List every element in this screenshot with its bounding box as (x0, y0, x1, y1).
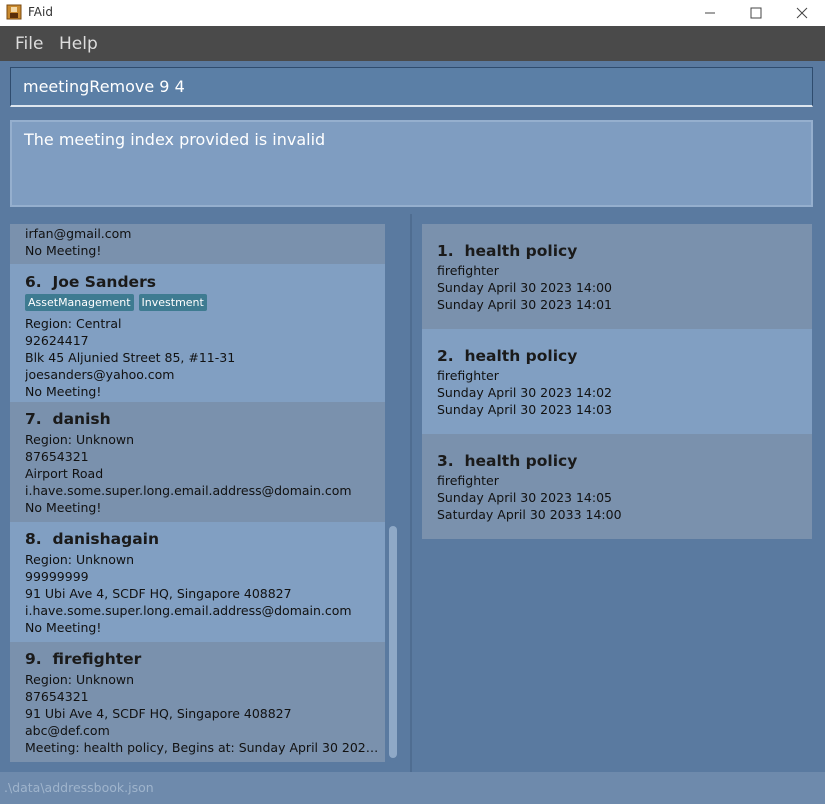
person-name-row: 8. danishagain (25, 529, 385, 549)
person-email: irfan@gmail.com (25, 226, 132, 241)
person-address: Airport Road (25, 466, 104, 481)
person-region: Region: Unknown (25, 672, 135, 687)
person-email: i.have.some.super.long.email.address@dom… (25, 603, 352, 618)
person-name: firefighter (52, 650, 142, 668)
person-name: danish (52, 410, 111, 428)
meeting-card[interactable]: 3. health policy firefighter Sunday Apri… (422, 434, 812, 539)
person-name-row: 6. Joe Sanders (25, 272, 385, 292)
status-bar: .\data\addressbook.json (0, 772, 825, 804)
person-card[interactable]: irfan@gmail.com No Meeting! (10, 224, 385, 264)
person-meeting: Meeting: health policy, Begins at: Sunda… (25, 740, 380, 755)
meeting-title: health policy (464, 347, 578, 365)
person-email: joesanders@yahoo.com (25, 367, 175, 382)
person-meeting: No Meeting! (25, 620, 102, 635)
meeting-person: firefighter (437, 473, 499, 488)
maximize-icon (750, 7, 762, 19)
meeting-person: firefighter (437, 368, 499, 383)
close-button[interactable] (779, 0, 825, 26)
meeting-title-row: 1. health policy (437, 241, 812, 261)
command-box (10, 67, 813, 107)
person-name-row: 9. firefighter (25, 649, 385, 669)
tag-badge: Investment (138, 294, 207, 311)
person-name: danishagain (52, 530, 160, 548)
window-title: FAid (28, 5, 53, 19)
meeting-list[interactable]: 1. health policy firefighter Sunday Apri… (422, 224, 812, 764)
panel-divider[interactable] (410, 214, 412, 772)
minimize-icon (705, 12, 715, 14)
data-file-path: .\data\addressbook.json (4, 780, 154, 795)
person-email: i.have.some.super.long.email.address@dom… (25, 483, 352, 498)
person-card[interactable]: 8. danishagain Region: Unknown 99999999 … (10, 522, 385, 642)
title-bar: FAid (0, 0, 825, 26)
result-display: The meeting index provided is invalid (10, 120, 813, 207)
person-index: 8. (25, 530, 42, 548)
person-meeting: No Meeting! (25, 500, 102, 515)
meeting-start: Sunday April 30 2023 14:05 (437, 490, 612, 505)
meeting-title: health policy (464, 242, 578, 260)
person-card[interactable]: 6. Joe Sanders AssetManagement Investment… (10, 264, 385, 402)
minimize-button[interactable] (687, 0, 733, 26)
close-icon (796, 7, 808, 19)
meeting-end: Sunday April 30 2023 14:03 (437, 402, 612, 417)
person-tags: AssetManagement Investment (25, 294, 385, 314)
person-card[interactable]: 7. danish Region: Unknown 87654321 Airpo… (10, 402, 385, 522)
person-card[interactable]: 9. firefighter Region: Unknown 87654321 … (10, 642, 385, 762)
meeting-title-row: 2. health policy (437, 346, 812, 366)
meeting-card[interactable]: 1. health policy firefighter Sunday Apri… (422, 224, 812, 329)
person-phone: 99999999 (25, 569, 89, 584)
person-region: Region: Unknown (25, 552, 135, 567)
meeting-index: 1. (437, 242, 454, 260)
person-name-row: 7. danish (25, 409, 385, 429)
person-region: Region: Unknown (25, 432, 135, 447)
person-email: abc@def.com (25, 723, 110, 738)
person-meeting: No Meeting! (25, 243, 102, 258)
person-index: 6. (25, 273, 42, 291)
person-list-scrollbar-thumb[interactable] (389, 526, 397, 758)
command-input[interactable] (11, 68, 812, 105)
app-icon (6, 4, 22, 20)
meeting-start: Sunday April 30 2023 14:00 (437, 280, 612, 295)
menu-help[interactable]: Help (59, 34, 98, 54)
tag-badge: AssetManagement (25, 294, 134, 311)
menu-bar: File Help (0, 26, 825, 61)
meeting-end: Sunday April 30 2023 14:01 (437, 297, 612, 312)
meeting-end: Saturday April 30 2033 14:00 (437, 507, 622, 522)
person-address: Blk 45 Aljunied Street 85, #11-31 (25, 350, 236, 365)
person-address: 91 Ubi Ave 4, SCDF HQ, Singapore 408827 (25, 586, 292, 601)
result-message: The meeting index provided is invalid (24, 130, 326, 149)
person-meeting: No Meeting! (25, 384, 102, 399)
person-phone: 87654321 (25, 689, 89, 704)
person-index: 7. (25, 410, 42, 428)
meeting-person: firefighter (437, 263, 499, 278)
person-list[interactable]: irfan@gmail.com No Meeting! 6. Joe Sande… (10, 224, 385, 762)
person-address: 91 Ubi Ave 4, SCDF HQ, Singapore 408827 (25, 706, 292, 721)
person-region: Region: Central (25, 316, 122, 331)
meeting-title: health policy (464, 452, 578, 470)
meeting-title-row: 3. health policy (437, 451, 812, 471)
person-name: Joe Sanders (52, 273, 156, 291)
person-phone: 87654321 (25, 449, 89, 464)
meeting-index: 2. (437, 347, 454, 365)
meeting-card[interactable]: 2. health policy firefighter Sunday Apri… (422, 329, 812, 434)
meeting-start: Sunday April 30 2023 14:02 (437, 385, 612, 400)
menu-file[interactable]: File (15, 34, 43, 54)
person-phone: 92624417 (25, 333, 89, 348)
meeting-index: 3. (437, 452, 454, 470)
person-index: 9. (25, 650, 42, 668)
maximize-button[interactable] (733, 0, 779, 26)
